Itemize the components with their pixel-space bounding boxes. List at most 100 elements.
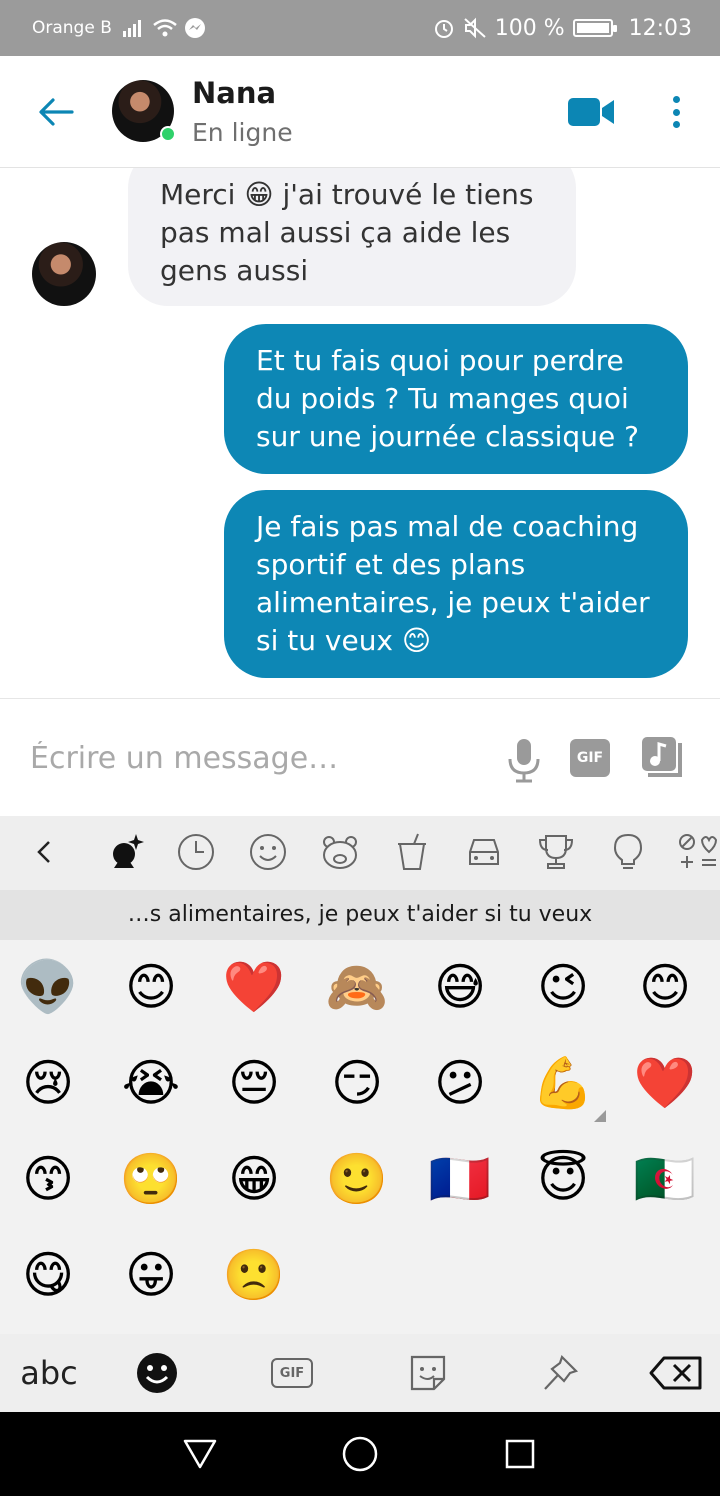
outgoing-message[interactable]: Je fais pas mal de coaching sportif et d… — [224, 490, 688, 678]
sticker-keyboard-button[interactable] — [406, 1348, 450, 1398]
emoji-key[interactable]: 😁 — [209, 1134, 299, 1224]
contact-name[interactable]: Nana — [192, 76, 276, 110]
battery-percent: 100 % — [494, 15, 565, 41]
alarm-icon — [434, 20, 453, 38]
emoji-key[interactable]: 😔 — [209, 1038, 299, 1128]
trophy-icon — [538, 835, 574, 869]
emoji-key[interactable]: 🙄 — [106, 1134, 196, 1224]
sticker-icon — [410, 1355, 446, 1391]
gif-keyboard-label: GIF — [279, 1365, 305, 1381]
symbols-icon — [679, 834, 718, 868]
chevron-left-icon — [37, 841, 50, 863]
emoji-key[interactable]: 🇫🇷 — [415, 1134, 505, 1224]
clock: 12:03 — [628, 15, 692, 41]
video-camera-icon — [568, 98, 614, 126]
emoji-key[interactable]: 👽 — [3, 942, 93, 1032]
emoji-key[interactable]: 🙁 — [209, 1230, 299, 1320]
tab-travel[interactable] — [462, 830, 506, 874]
contact-status: En ligne — [192, 118, 293, 147]
square-recents-icon — [505, 1439, 535, 1469]
circle-home-icon — [342, 1436, 378, 1472]
lightbulb-icon — [613, 833, 643, 869]
system-navigation-bar — [0, 1412, 720, 1496]
incoming-message[interactable]: Merci 😁 j'ai trouvé le tiens pas mal aus… — [128, 168, 576, 306]
emoji-keyboard-button[interactable] — [132, 1348, 182, 1398]
emoji-key[interactable]: 🇩🇿 — [620, 1134, 710, 1224]
music-file-icon — [642, 737, 682, 777]
pin-icon — [544, 1354, 579, 1390]
tab-food[interactable] — [390, 830, 434, 874]
keyboard-bottom-bar: abc GIF — [0, 1334, 720, 1412]
nav-recents-button[interactable] — [498, 1432, 542, 1476]
message-input[interactable] — [30, 735, 470, 781]
smiley-icon — [250, 834, 286, 870]
more-options-button[interactable] — [660, 90, 692, 134]
emoji-key[interactable]: 😇 — [518, 1134, 608, 1224]
sender-avatar[interactable] — [32, 242, 96, 306]
triangle-back-icon — [183, 1439, 217, 1469]
dot-icon — [672, 96, 680, 103]
bear-icon — [323, 836, 357, 869]
emoji-key[interactable]: ❤️ — [620, 1038, 710, 1128]
emoji-key-with-variants[interactable]: 💪 — [518, 1038, 608, 1128]
messenger-notification-icon — [184, 18, 205, 38]
cup-icon — [398, 833, 426, 870]
tab-smileys[interactable] — [246, 830, 290, 874]
video-call-button[interactable] — [566, 92, 616, 132]
status-bar-left: Orange B — [32, 0, 206, 56]
gif-button[interactable]: GIF — [570, 739, 610, 777]
tab-emoji-suggestions[interactable] — [104, 830, 148, 874]
backspace-button[interactable] — [646, 1348, 706, 1398]
tab-activities[interactable] — [534, 830, 578, 874]
tab-objects[interactable] — [606, 830, 650, 874]
emoji-key[interactable]: 😕 — [415, 1038, 505, 1128]
battery-icon — [572, 19, 617, 37]
emoji-key[interactable]: 😢 — [3, 1038, 93, 1128]
status-bar-right: 100 % 12:03 — [433, 0, 692, 56]
emoji-key[interactable]: 😭 — [106, 1038, 196, 1128]
dot-icon — [672, 108, 680, 116]
nav-home-button[interactable] — [338, 1432, 382, 1476]
emoji-key[interactable]: 😉 — [518, 942, 608, 1032]
emoji-glyph: 💪 — [531, 1054, 595, 1112]
dot-icon — [672, 121, 680, 128]
mute-icon — [464, 17, 486, 39]
chat-header: Nana En ligne — [0, 56, 720, 168]
emoji-grid: 👽 😊 ❤️ 🙈 😅 😉 😊 😢 😭 😔 😏 😕 💪 ❤️ 😙 🙄 😁 🙂 🇫🇷… — [0, 940, 720, 1334]
tab-animals[interactable] — [318, 830, 362, 874]
tab-recent[interactable] — [174, 830, 218, 874]
tab-symbols[interactable] — [676, 830, 720, 874]
car-icon — [469, 839, 499, 865]
backspace-icon — [649, 1356, 702, 1390]
wifi-icon — [153, 19, 177, 37]
emoji-key[interactable]: 😏 — [312, 1038, 402, 1128]
emoji-key[interactable]: 😛 — [106, 1230, 196, 1320]
keyboard-back-button[interactable] — [22, 830, 66, 874]
emoji-key[interactable]: ❤️ — [209, 942, 299, 1032]
signal-icon — [122, 20, 141, 37]
media-button[interactable] — [640, 735, 684, 779]
carrier-name: Orange B — [32, 18, 112, 38]
outgoing-message[interactable]: Et tu fais quoi pour perdre du poids ? T… — [224, 324, 688, 474]
status-bar: Orange B 100 % 12:03 — [0, 0, 720, 56]
back-arrow-icon — [39, 98, 74, 126]
abc-keyboard-button[interactable]: abc — [14, 1348, 84, 1398]
back-button[interactable] — [28, 84, 84, 140]
emoji-key[interactable]: 😋 — [3, 1230, 93, 1320]
emoji-key[interactable]: 🙈 — [312, 942, 402, 1032]
magic-sparkle-icon — [113, 834, 144, 868]
online-indicator — [160, 126, 176, 142]
variants-indicator-icon — [594, 1110, 606, 1122]
emoji-key[interactable]: 😊 — [620, 942, 710, 1032]
emoji-suggestion-text: …s alimentaires, je peux t'aider si tu v… — [0, 890, 720, 940]
voice-message-button[interactable] — [504, 737, 544, 783]
emoji-key[interactable]: 🙂 — [312, 1134, 402, 1224]
emoji-key[interactable]: 😅 — [415, 942, 505, 1032]
microphone-icon — [508, 739, 540, 783]
message-list[interactable]: Merci 😁 j'ai trouvé le tiens pas mal aus… — [0, 168, 720, 698]
pin-clipboard-button[interactable] — [538, 1348, 582, 1398]
emoji-key[interactable]: 😙 — [3, 1134, 93, 1224]
emoji-key[interactable]: 😊 — [106, 942, 196, 1032]
nav-back-button[interactable] — [178, 1432, 222, 1476]
gif-keyboard-button[interactable]: GIF — [270, 1348, 314, 1398]
